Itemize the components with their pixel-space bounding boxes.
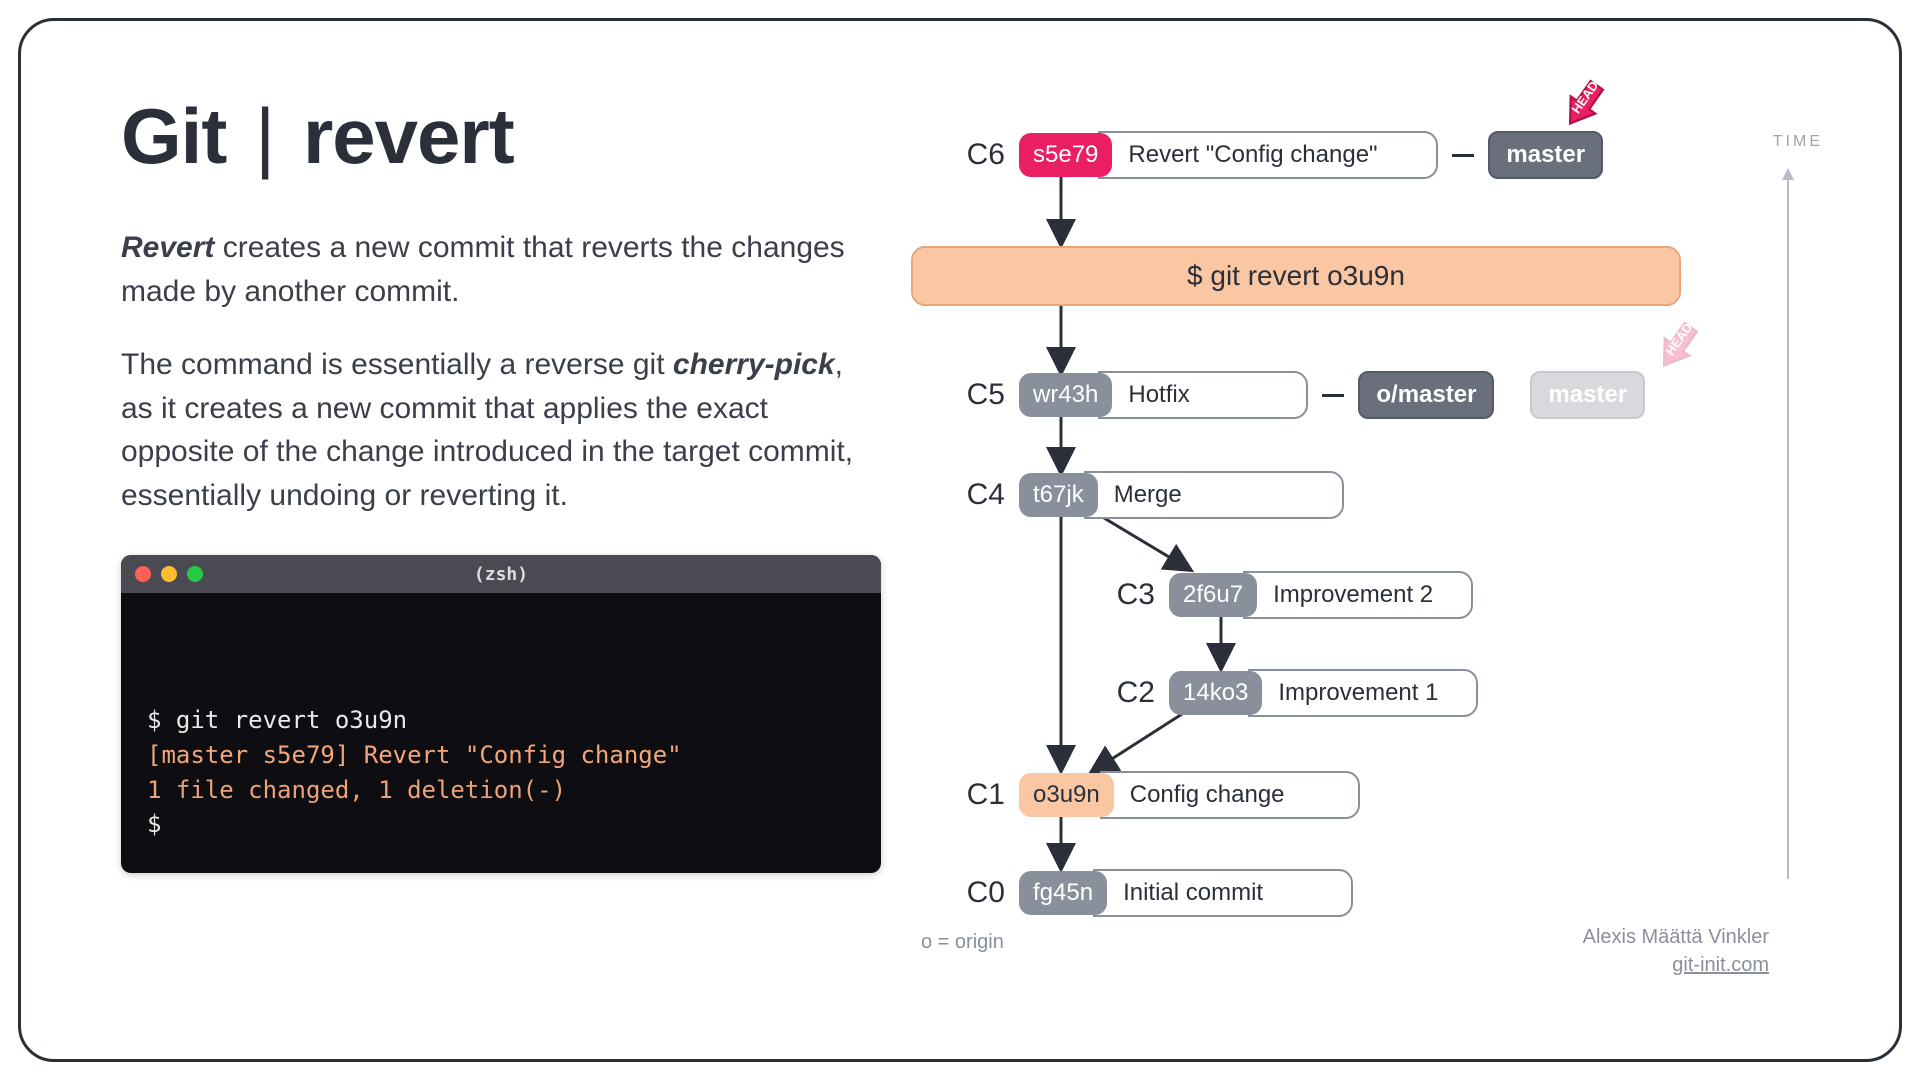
command-bar: $ git revert o3u9n bbox=[911, 246, 1681, 306]
title-separator: | bbox=[247, 92, 282, 180]
commit-pill: s5e79 Revert "Config change" bbox=[1019, 131, 1438, 179]
commit-label: C1 bbox=[951, 778, 1005, 812]
slide-frame: Git | revert Revert creates a new commit… bbox=[18, 18, 1902, 1062]
git-diagram: TIME bbox=[921, 91, 1819, 999]
commit-label: C0 bbox=[951, 876, 1005, 910]
title-command: revert bbox=[303, 92, 514, 180]
head-pointer-icon: HEAD bbox=[1543, 75, 1623, 135]
terminal-line-4: $ bbox=[147, 807, 855, 842]
commit-message: Revert "Config change" bbox=[1098, 131, 1438, 179]
time-arrow-icon bbox=[1787, 169, 1789, 879]
author-name: Alexis Määttä Vinkler bbox=[1583, 923, 1769, 951]
terminal-window: (zsh) $ git revert o3u9n [master s5e79] … bbox=[121, 555, 881, 873]
credits: Alexis Määttä Vinkler git-init.com bbox=[1583, 923, 1769, 999]
commit-message: Improvement 1 bbox=[1248, 669, 1478, 717]
terminal-line-2: [master s5e79] Revert "Config change" bbox=[147, 738, 855, 773]
commit-c6: C6 s5e79 Revert "Config change" master bbox=[951, 131, 1603, 179]
commit-label: C6 bbox=[951, 138, 1005, 172]
commit-pill: wr43h Hotfix bbox=[1019, 371, 1308, 419]
commit-c3: C3 2f6u7 Improvement 2 bbox=[1101, 571, 1473, 619]
commit-message: Improvement 2 bbox=[1243, 571, 1473, 619]
terminal-titlebar: (zsh) bbox=[121, 555, 881, 593]
commit-label: C4 bbox=[951, 478, 1005, 512]
branch-origin-master: o/master bbox=[1358, 371, 1494, 419]
command-text: $ git revert o3u9n bbox=[1187, 260, 1405, 291]
commit-hash: s5e79 bbox=[1019, 133, 1112, 177]
commit-c5: C5 wr43h Hotfix o/master master bbox=[951, 371, 1645, 419]
commit-hash: fg45n bbox=[1019, 871, 1107, 915]
commit-message: Hotfix bbox=[1098, 371, 1308, 419]
branch-master-ghost: master bbox=[1530, 371, 1645, 419]
commit-hash: wr43h bbox=[1019, 373, 1112, 417]
terminal-line-3: 1 file changed, 1 deletion(-) bbox=[147, 773, 855, 808]
commit-label: C2 bbox=[1101, 676, 1155, 710]
commit-c2: C2 14ko3 Improvement 1 bbox=[1101, 669, 1478, 717]
content: Git | revert Revert creates a new commit… bbox=[121, 91, 1819, 999]
commit-message: Config change bbox=[1100, 771, 1360, 819]
author-site[interactable]: git-init.com bbox=[1583, 951, 1769, 979]
para1-text: creates a new commit that reverts the ch… bbox=[121, 231, 845, 308]
graph-lines bbox=[921, 91, 1819, 999]
commit-hash: t67jk bbox=[1019, 473, 1098, 517]
commit-pill: t67jk Merge bbox=[1019, 471, 1344, 519]
para2-bold: cherry-pick bbox=[673, 348, 835, 381]
paragraph-2: The command is essentially a reverse git… bbox=[121, 343, 881, 517]
commit-c4: C4 t67jk Merge bbox=[951, 471, 1344, 519]
time-label: TIME bbox=[1773, 133, 1823, 151]
terminal-title: (zsh) bbox=[121, 564, 881, 585]
title-prefix: Git bbox=[121, 92, 226, 180]
commit-pill: 2f6u7 Improvement 2 bbox=[1169, 571, 1473, 619]
commit-message: Merge bbox=[1084, 471, 1344, 519]
para1-bold: Revert bbox=[121, 231, 214, 264]
commit-message: Initial commit bbox=[1093, 869, 1353, 917]
commit-label: C5 bbox=[951, 378, 1005, 412]
page-title: Git | revert bbox=[121, 91, 881, 182]
commit-pill: fg45n Initial commit bbox=[1019, 869, 1353, 917]
commit-hash: 2f6u7 bbox=[1169, 573, 1257, 617]
commit-c0: C0 fg45n Initial commit bbox=[951, 869, 1353, 917]
connector-line bbox=[1452, 154, 1474, 157]
branch-master: master bbox=[1488, 131, 1603, 179]
commit-pill: 14ko3 Improvement 1 bbox=[1169, 669, 1478, 717]
terminal-line-1: $ git revert o3u9n bbox=[147, 703, 855, 738]
paragraph-1: Revert creates a new commit that reverts… bbox=[121, 226, 881, 313]
commit-label: C3 bbox=[1101, 578, 1155, 612]
terminal-body[interactable]: $ git revert o3u9n [master s5e79] Revert… bbox=[121, 593, 881, 873]
head-pointer-ghost-icon: HEAD bbox=[1637, 317, 1717, 377]
para2-a: The command is essentially a reverse git bbox=[121, 348, 673, 381]
left-column: Git | revert Revert creates a new commit… bbox=[121, 91, 881, 999]
commit-hash: 14ko3 bbox=[1169, 671, 1262, 715]
right-column: TIME bbox=[921, 91, 1819, 999]
commit-c1: C1 o3u9n Config change bbox=[951, 771, 1360, 819]
connector-line bbox=[1322, 394, 1344, 397]
legend-text: o = origin bbox=[921, 931, 1004, 993]
commit-hash: o3u9n bbox=[1019, 773, 1114, 817]
commit-pill: o3u9n Config change bbox=[1019, 771, 1360, 819]
